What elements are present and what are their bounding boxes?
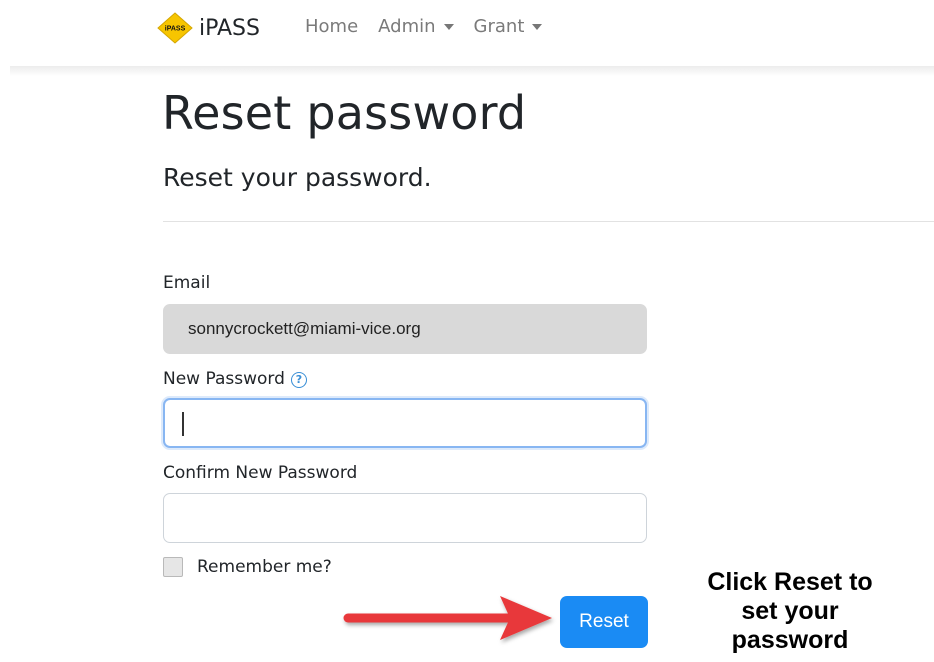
help-icon[interactable]: ? [290,371,307,388]
confirm-password-field[interactable] [163,493,647,543]
caret-down-icon[interactable] [443,23,454,30]
logo-text: iPASS [165,26,186,33]
caret-down-icon[interactable] [532,23,543,30]
new-password-label-text: New Password [163,369,285,389]
annotation-callout: Click Reset to set your password [680,568,900,655]
nav-home[interactable]: Home [305,16,358,37]
annotation-line-3: password [731,626,849,654]
page-title: Reset password [162,86,527,140]
top-navbar: iPASS iPASS Home Admin Grant [0,0,934,66]
confirm-password-label: Confirm New Password [163,463,358,483]
page-subtitle: Reset your password. [163,163,432,192]
reset-button[interactable]: Reset [560,596,648,648]
navbar-shadow [10,66,934,76]
new-password-field[interactable] [163,398,647,448]
ipass-logo-icon: iPASS [157,12,193,44]
nav-links: Home Admin Grant [305,16,543,37]
nav-grant-label[interactable]: Grant [474,16,525,37]
red-arrow-icon [343,596,552,640]
remember-me-label[interactable]: Remember me? [197,557,332,577]
text-cursor [182,412,184,436]
email-value: sonnycrockett@miami-vice.org [188,319,421,338]
email-field[interactable]: sonnycrockett@miami-vice.org [163,304,647,354]
nav-admin-label[interactable]: Admin [378,16,435,37]
nav-grant-dropdown[interactable]: Grant [474,16,543,37]
annotation-line-1: Click Reset to [707,568,873,596]
nav-home-label[interactable]: Home [305,16,358,37]
remember-me-checkbox[interactable] [163,557,183,577]
nav-admin-dropdown[interactable]: Admin [378,16,454,37]
divider [163,221,934,222]
annotation-line-2: set your [741,597,839,625]
brand-link[interactable]: iPASS iPASS [157,10,260,46]
remember-me-row[interactable]: Remember me? [163,557,332,577]
brand-name[interactable]: iPASS [199,16,260,41]
email-label: Email [163,273,211,293]
new-password-label: New Password? [163,369,307,389]
